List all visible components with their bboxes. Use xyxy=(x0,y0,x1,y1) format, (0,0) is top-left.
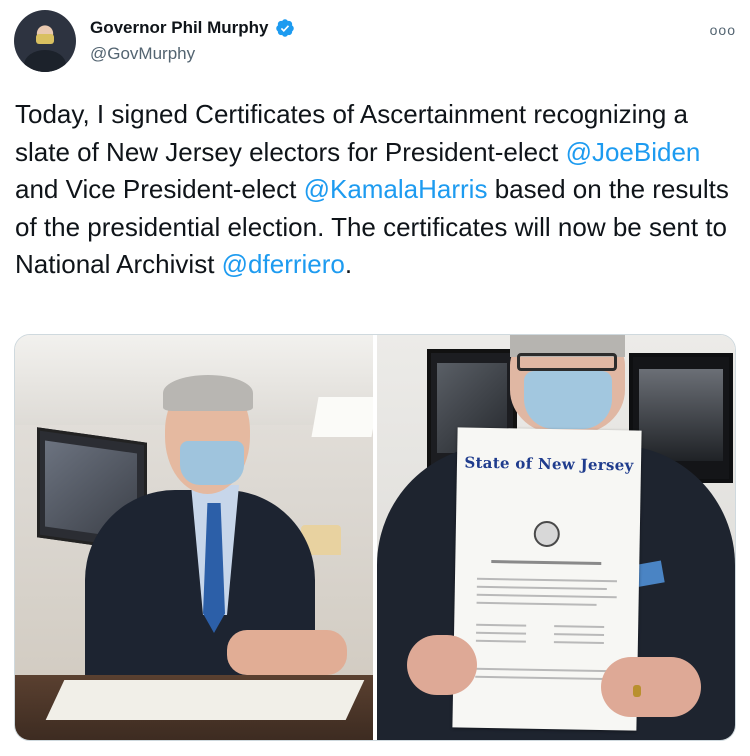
document-on-desk xyxy=(45,680,365,720)
certificate-text-line xyxy=(476,577,617,583)
certificate-heading-line xyxy=(491,560,602,565)
certificate-text-line xyxy=(476,601,597,606)
mention-joebiden[interactable]: @JoeBiden xyxy=(566,137,701,167)
media-grid: State of New Jersey xyxy=(14,334,736,741)
governor-hair xyxy=(163,375,253,411)
avatar[interactable] xyxy=(14,10,76,72)
certificate-text-line xyxy=(475,667,616,673)
certificate-text-line xyxy=(475,675,606,681)
governor-face-mask xyxy=(524,371,612,429)
certificate-text-line xyxy=(476,585,607,591)
wall-frame-right-art xyxy=(639,369,723,461)
certificate-name-line xyxy=(554,633,605,637)
state-seal-icon xyxy=(533,520,561,548)
certificate-name-line xyxy=(476,623,527,627)
tweet-text: Today, I signed Certificates of Ascertai… xyxy=(15,96,739,284)
photo-governor-signing[interactable] xyxy=(15,335,373,740)
ceiling-light xyxy=(311,397,373,437)
avatar-mask xyxy=(36,34,54,44)
governor-right-hand xyxy=(601,657,701,717)
avatar-suit xyxy=(24,50,66,72)
author-display-name[interactable]: Governor Phil Murphy xyxy=(90,18,269,38)
governor-hand xyxy=(227,630,347,675)
governor-glasses xyxy=(517,353,617,371)
governor-face-mask xyxy=(180,441,244,485)
mention-dferriero[interactable]: @dferriero xyxy=(222,249,345,279)
more-options-icon[interactable]: ooo xyxy=(710,22,736,38)
author-handle[interactable]: @GovMurphy xyxy=(90,44,195,64)
mention-kamalaharris[interactable]: @KamalaHarris xyxy=(304,174,488,204)
governor-left-hand xyxy=(407,635,477,695)
certificate-name-line xyxy=(476,631,527,635)
certificate-name-line xyxy=(475,639,526,643)
certificate-name-line xyxy=(554,625,605,629)
certificate-name-line xyxy=(553,641,604,645)
certificate-text-line xyxy=(476,593,617,599)
photo-governor-holding-certificate[interactable]: State of New Jersey xyxy=(377,335,735,740)
tweet: Governor Phil Murphy @GovMurphy ooo Toda… xyxy=(0,0,750,756)
certificate-title: State of New Jersey xyxy=(464,453,634,475)
tweet-text-segment: . xyxy=(344,249,353,279)
verified-badge-icon xyxy=(275,19,294,37)
author-name-row: Governor Phil Murphy xyxy=(90,18,295,38)
tweet-text-segment: and Vice President-elect xyxy=(15,174,304,204)
ring xyxy=(633,685,641,697)
